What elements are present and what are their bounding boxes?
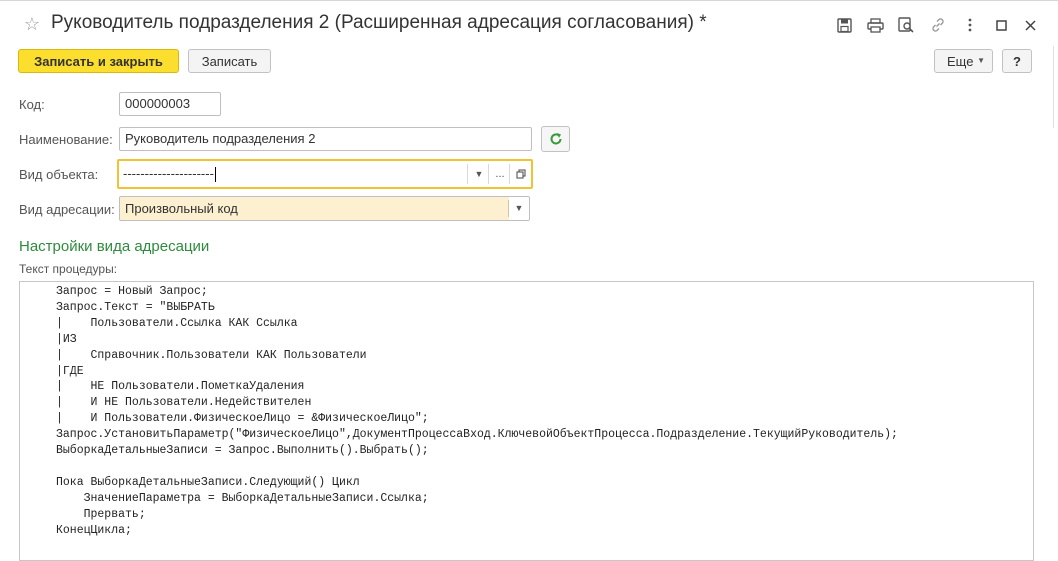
window-title: Руководитель подразделения 2 (Расширенна… (51, 12, 707, 33)
object-type-label: Вид объекта: (19, 167, 99, 182)
square-icon[interactable] (991, 14, 1011, 36)
save-and-close-button[interactable]: Записать и закрыть (18, 49, 179, 73)
code-line: | Пользователи.Ссылка КАК Ссылка (56, 316, 298, 330)
code-line: |ГДЕ (56, 364, 84, 378)
name-field[interactable]: Руководитель подразделения 2 (119, 127, 532, 151)
section-title: Настройки вида адресации (19, 238, 210, 255)
code-line: Запрос.Текст = "ВЫБРАТЬ (56, 300, 215, 314)
close-icon[interactable] (1020, 14, 1040, 36)
more-button[interactable]: Еще ▼ (934, 49, 993, 73)
addressing-type-value: Произвольный код (125, 201, 238, 216)
code-line: Запрос.УстановитьПараметр("ФизическоеЛиц… (56, 428, 898, 442)
vertical-dots-icon[interactable] (960, 14, 980, 36)
right-divider (1053, 46, 1054, 128)
object-type-field[interactable]: --------------------- ▼ ... (117, 159, 533, 189)
code-line: Пока ВыборкаДетальныеЗаписи.Следующий() … (56, 475, 360, 489)
code-line: | И Пользователи.ФизическоеЛицо = &Физич… (56, 412, 429, 426)
separator (467, 164, 468, 184)
code-line: Запрос = Новый Запрос; (56, 285, 208, 298)
object-type-value: --------------------- (123, 166, 214, 181)
separator (488, 164, 489, 184)
separator (509, 164, 510, 184)
addressing-type-select[interactable]: Произвольный код ▼ (119, 196, 530, 221)
refresh-icon[interactable] (541, 126, 570, 152)
title-bar: ☆ Руководитель подразделения 2 (Расширен… (0, 1, 1058, 45)
text-cursor (214, 167, 216, 183)
save-button[interactable]: Записать (188, 49, 271, 73)
open-window-icon[interactable] (511, 161, 531, 187)
star-icon[interactable]: ☆ (22, 14, 42, 34)
code-line: КонецЦикла; (56, 523, 132, 537)
code-line: ВыборкаДетальныеЗаписи = Запрос.Выполнит… (56, 444, 429, 458)
code-line: Прервать; (56, 507, 146, 521)
code-line: | И НЕ Пользователи.Недействителен (56, 396, 312, 410)
code-label: Код: (19, 97, 45, 112)
addressing-type-label: Вид адресации: (19, 202, 115, 217)
more-button-label: Еще (947, 53, 974, 69)
procedure-code-editor[interactable]: Запрос = Новый Запрос; Запрос.Текст = "ВЫ… (19, 281, 1034, 561)
dropdown-arrow-icon[interactable]: ▼ (469, 161, 489, 187)
code-line: | НЕ Пользователи.ПометкаУдаления (56, 380, 305, 394)
caret-down-icon: ▼ (977, 56, 985, 65)
select-more-button[interactable]: ... (490, 161, 510, 187)
link-icon[interactable] (928, 14, 948, 36)
command-toolbar: Записать и закрыть Записать Еще ▼ ? (0, 45, 1058, 81)
procedure-code-text: Запрос = Новый Запрос; Запрос.Текст = "ВЫ… (56, 284, 898, 539)
procedure-label: Текст процедуры: (19, 262, 118, 276)
name-label: Наименование: (19, 132, 113, 147)
dropdown-arrow-icon[interactable]: ▼ (509, 197, 529, 220)
printer-icon[interactable] (865, 14, 885, 36)
code-line: |ИЗ (56, 332, 77, 346)
help-button[interactable]: ? (1002, 49, 1032, 73)
code-field[interactable]: 000000003 (119, 92, 221, 116)
code-line: ЗначениеПараметра = ВыборкаДетальныеЗапи… (56, 491, 429, 505)
search-document-icon[interactable] (896, 14, 916, 36)
floppy-disk-icon[interactable] (834, 14, 854, 36)
code-line: | Справочник.Пользователи КАК Пользовате… (56, 348, 367, 362)
